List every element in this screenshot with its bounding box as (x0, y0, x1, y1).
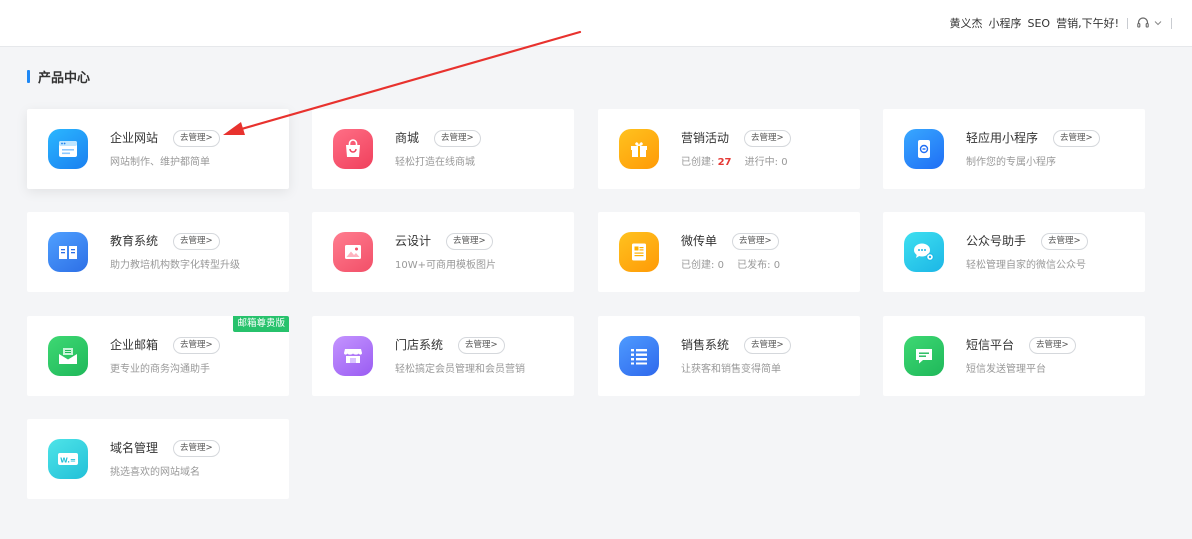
link-seo[interactable]: SEO (1028, 17, 1051, 30)
card-name: 企业网站 (110, 131, 159, 145)
manage-button[interactable]: 去管理> (744, 337, 791, 354)
card-desc: 轻松搞定会员管理和会员营销 (395, 364, 525, 375)
created-count: 0 (717, 260, 724, 271)
manage-button[interactable]: 去管理> (173, 233, 220, 250)
published-label: 已发布: (737, 260, 771, 271)
card-enterprise-mail[interactable]: 邮箱尊贵版 企业邮箱 去管理> 更专业的商务沟通助手 (27, 316, 289, 396)
card-desc: 轻松打造在线商城 (395, 157, 475, 168)
divider (1127, 17, 1128, 29)
manage-button[interactable]: 去管理> (173, 440, 220, 457)
manage-button[interactable]: 去管理> (1053, 130, 1100, 147)
book-icon (48, 232, 88, 272)
card-name: 微传单 (681, 234, 718, 248)
svg-text:W.=: W.= (60, 457, 76, 465)
card-store-system[interactable]: 门店系统 去管理> 轻松搞定会员管理和会员营销 (312, 316, 574, 396)
card-name: 域名管理 (110, 441, 159, 455)
envelope-icon (48, 336, 88, 376)
user-area: 黄义杰 小程序 SEO 营销,下午好! (944, 14, 1181, 32)
section-title: 产品中心 (27, 68, 91, 86)
created-label: 已创建: (681, 157, 715, 168)
card-sms-platform[interactable]: 短信平台 去管理> 短信发送管理平台 (883, 316, 1145, 396)
user-name[interactable]: 黄义杰 (950, 15, 983, 31)
storefront-icon (333, 336, 373, 376)
card-desc: 网站制作、维护都简单 (110, 157, 210, 168)
shopping-bag-icon (333, 129, 373, 169)
card-name: 教育系统 (110, 234, 159, 248)
card-desc: 让获客和销售变得简单 (681, 364, 781, 375)
card-name: 公众号助手 (966, 234, 1027, 248)
created-label: 已创建: (681, 260, 715, 271)
card-desc: 轻松管理自家的微信公众号 (966, 260, 1086, 271)
card-flyer[interactable]: 微传单 去管理> 已创建: 0 已发布: 0 (598, 212, 860, 292)
card-marketing[interactable]: 营销活动 去管理> 已创建: 27 进行中: 0 (598, 109, 860, 189)
section-title-text: 产品中心 (38, 70, 91, 86)
chevron-down-icon (1154, 21, 1162, 26)
card-miniprogram[interactable]: 轻应用小程序 去管理> 制作您的专属小程序 (883, 109, 1145, 189)
card-desc: 挑选喜欢的网站域名 (110, 467, 200, 478)
divider (1171, 17, 1172, 29)
manage-button[interactable]: 去管理> (1029, 337, 1076, 354)
wechat-icon (904, 232, 944, 272)
card-name: 云设计 (395, 234, 432, 248)
created-count: 27 (717, 157, 732, 168)
card-cloud-design[interactable]: 云设计 去管理> 10W+可商用模板图片 (312, 212, 574, 292)
card-desc: 制作您的专属小程序 (966, 157, 1056, 168)
published-count: 0 (773, 260, 781, 271)
card-name: 门店系统 (395, 338, 444, 352)
card-desc: 10W+可商用模板图片 (395, 260, 496, 271)
manage-button[interactable]: 去管理> (744, 130, 791, 147)
browser-window-icon (48, 129, 88, 169)
card-name: 营销活动 (681, 131, 730, 145)
card-education[interactable]: 教育系统 去管理> 助力教培机构数字化转型升级 (27, 212, 289, 292)
manage-button[interactable]: 去管理> (173, 337, 220, 354)
card-mall[interactable]: 商城 去管理> 轻松打造在线商城 (312, 109, 574, 189)
flyer-icon (619, 232, 659, 272)
card-official-account[interactable]: 公众号助手 去管理> 轻松管理自家的微信公众号 (883, 212, 1145, 292)
gift-icon (619, 129, 659, 169)
running-label: 进行中: (744, 157, 779, 168)
mini-program-icon (904, 129, 944, 169)
headset-icon (1137, 17, 1149, 28)
manage-button[interactable]: 去管理> (434, 130, 481, 147)
running-count: 0 (781, 157, 788, 168)
top-bar: 黄义杰 小程序 SEO 营销,下午好! (0, 0, 1192, 47)
card-name: 轻应用小程序 (966, 131, 1039, 145)
card-sales-system[interactable]: 销售系统 去管理> 让获客和销售变得简单 (598, 316, 860, 396)
manage-button[interactable]: 去管理> (173, 130, 220, 147)
manage-button[interactable]: 去管理> (1041, 233, 1088, 250)
card-enterprise-site[interactable]: 企业网站 去管理> 网站制作、维护都简单 (27, 109, 289, 189)
support-menu[interactable] (1136, 16, 1163, 30)
card-stats: 已创建: 0 已发布: 0 (681, 259, 780, 273)
card-stats: 已创建: 27 进行中: 0 (681, 156, 788, 170)
link-miniprogram[interactable]: 小程序 (989, 15, 1022, 31)
card-desc: 短信发送管理平台 (966, 364, 1046, 375)
manage-button[interactable]: 去管理> (458, 337, 505, 354)
list-icon (619, 336, 659, 376)
card-desc: 助力教培机构数字化转型升级 (110, 260, 240, 271)
manage-button[interactable]: 去管理> (732, 233, 779, 250)
card-name: 销售系统 (681, 338, 730, 352)
domain-icon: W.= (48, 439, 88, 479)
manage-button[interactable]: 去管理> (446, 233, 493, 250)
title-accent-bar (27, 69, 30, 83)
message-icon (904, 336, 944, 376)
greeting: 营销,下午好! (1056, 17, 1119, 30)
premium-badge: 邮箱尊贵版 (233, 316, 289, 332)
card-name: 企业邮箱 (110, 338, 159, 352)
card-name: 商城 (395, 131, 420, 145)
card-name: 短信平台 (966, 338, 1015, 352)
card-domain-management[interactable]: W.= 域名管理 去管理> 挑选喜欢的网站域名 (27, 419, 289, 499)
card-desc: 更专业的商务沟通助手 (110, 364, 210, 375)
image-icon (333, 232, 373, 272)
